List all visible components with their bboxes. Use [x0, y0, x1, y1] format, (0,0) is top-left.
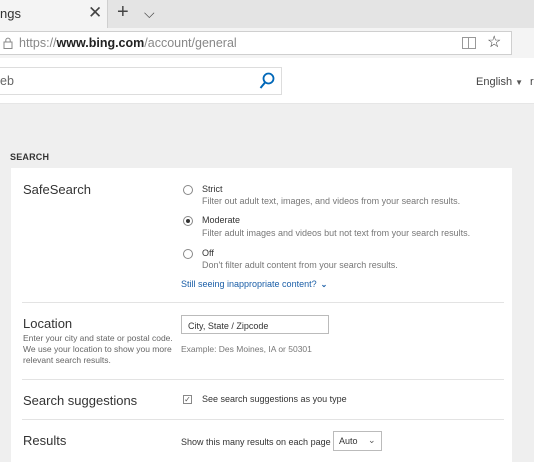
site-header: eb English ▼ r: [0, 58, 534, 104]
new-tab-icon[interactable]: +: [117, 1, 129, 24]
option-desc-strict: Filter out adult text, images, and video…: [202, 196, 461, 206]
url-field[interactable]: https://www.bing.com/account/general ☆: [0, 31, 512, 55]
inappropriate-content-link[interactable]: Still seeing inappropriate content? ⌄: [181, 279, 327, 289]
safesearch-radio-moderate[interactable]: [183, 216, 193, 226]
section-title: SEARCH: [10, 152, 50, 162]
suggestions-checkbox-label: See search suggestions as you type: [202, 394, 347, 404]
location-field[interactable]: [181, 315, 329, 335]
caret-down-icon: ▼: [515, 78, 523, 87]
address-bar: https://www.bing.com/account/general ☆: [0, 28, 534, 58]
url-text: https://www.bing.com/account/general: [19, 36, 237, 50]
row-divider: [22, 419, 504, 420]
location-input[interactable]: [182, 317, 328, 335]
browser-tab[interactable]: ngs ✕: [0, 0, 108, 28]
link-text: Still seeing inappropriate content?: [181, 279, 317, 289]
header-trailing-text: r: [530, 76, 534, 88]
favorite-star-icon[interactable]: ☆: [487, 32, 501, 52]
chevron-down-icon[interactable]: ⌵: [144, 5, 155, 22]
results-count-select[interactable]: Auto ⌄: [333, 431, 382, 451]
lock-icon: [3, 37, 13, 49]
language-label: English: [476, 76, 513, 88]
option-title-strict: Strict: [202, 184, 223, 194]
option-desc-moderate: Filter adult images and videos but not t…: [202, 228, 471, 238]
row-divider: [22, 302, 504, 303]
chevron-down-icon: ⌄: [368, 435, 376, 445]
option-title-moderate: Moderate: [202, 215, 241, 225]
location-description: Enter your city and state or postal code…: [23, 333, 173, 365]
row-divider: [22, 379, 504, 380]
suggestions-checkbox[interactable]: ✓: [183, 395, 192, 404]
search-input[interactable]: eb: [0, 74, 14, 88]
safesearch-radio-off[interactable]: [183, 249, 193, 259]
search-icon[interactable]: [259, 72, 275, 90]
language-menu[interactable]: English ▼: [476, 76, 523, 88]
results-prompt: Show this many results on each page: [181, 437, 331, 447]
option-desc-off: Don't filter adult content from your sea…: [202, 260, 398, 270]
chevron-down-icon: ⌄: [320, 280, 328, 289]
tab-title: ngs: [0, 6, 21, 21]
safesearch-label: SafeSearch: [23, 182, 91, 197]
results-label: Results: [23, 433, 67, 448]
location-example: Example: Des Moines, IA or 50301: [181, 344, 312, 354]
results-select-value: Auto: [339, 436, 358, 446]
location-label: Location: [23, 316, 73, 331]
close-icon[interactable]: ✕: [88, 3, 102, 23]
tab-strip: ngs ✕ + ⌵: [0, 0, 534, 28]
suggestions-label: Search suggestions: [23, 393, 138, 408]
option-title-off: Off: [202, 248, 214, 258]
reading-view-icon[interactable]: [462, 37, 476, 49]
safesearch-radio-strict[interactable]: [183, 185, 193, 195]
search-box[interactable]: eb: [0, 67, 282, 95]
